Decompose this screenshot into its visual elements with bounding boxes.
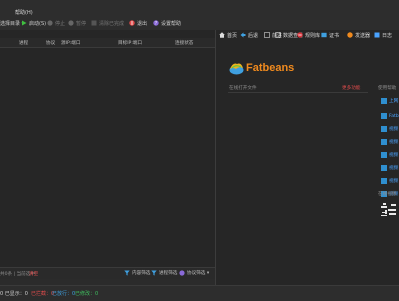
- nav-rules-label: 规则库: [305, 32, 321, 39]
- column-target[interactable]: 目标IP:端口: [118, 40, 142, 46]
- list-item[interactable]: Fatb: [381, 113, 399, 119]
- list-item-label: 视频: [389, 179, 399, 184]
- menu-help[interactable]: 帮助(H): [15, 9, 33, 16]
- protocol-filter-label: 协议筛选 ▾: [187, 271, 210, 276]
- quit-button[interactable]: 退出: [129, 19, 147, 27]
- pause-icon: [68, 20, 74, 26]
- list-item-label: 视频: [389, 166, 399, 171]
- list-item-label: Fatb: [389, 113, 399, 119]
- list-bullet-icon: [381, 165, 387, 171]
- list-item[interactable]: 上网: [381, 98, 398, 104]
- list-item-label: 上网: [389, 99, 399, 104]
- table-header: 进程 协议 源IP:端口 目标IP:端口 连接状态: [0, 38, 215, 48]
- list-item[interactable]: 视频: [381, 126, 398, 132]
- process-filter-label: 进程筛选: [159, 271, 178, 276]
- nav-log-label: 日志: [382, 32, 393, 39]
- list-item[interactable]: 视频: [381, 139, 398, 145]
- list-item[interactable]: 视频: [381, 152, 398, 158]
- play-icon: [22, 20, 27, 26]
- rules-icon: [297, 32, 303, 38]
- nav-home[interactable]: 首页: [219, 30, 237, 40]
- nav-log[interactable]: 日志: [374, 30, 392, 40]
- status-shown: 0 已显示：0: [0, 291, 28, 297]
- nav-back-label: 后退: [248, 32, 259, 39]
- fatbeans-logo-icon: [229, 63, 244, 75]
- back-icon: [240, 32, 246, 38]
- help-icon: ?: [153, 20, 159, 26]
- quit-label: 退出: [137, 20, 148, 27]
- forward-icon: [264, 32, 270, 38]
- list-bullet-icon: [381, 126, 387, 132]
- start-label: 启动(S): [29, 20, 47, 27]
- stop-button[interactable]: 停止: [47, 19, 65, 27]
- brand-name: Fatbeans: [246, 62, 295, 74]
- list-item-label: 视频: [389, 140, 399, 145]
- side-title: 使用帮助: [378, 86, 397, 91]
- more-link[interactable]: 更多功能: [342, 85, 360, 91]
- nav-cert[interactable]: 证书: [321, 30, 339, 40]
- status-blocked: 已拦截：0: [31, 291, 55, 297]
- pause-button[interactable]: 暂停: [68, 19, 86, 27]
- filter-icon: [124, 270, 130, 276]
- list-item[interactable]: 视频: [381, 165, 398, 171]
- qr-code-icon: [379, 200, 399, 220]
- list-bullet-icon: [381, 98, 387, 104]
- content-filter-button[interactable]: 内容筛选: [124, 270, 150, 276]
- list-bullet-icon: [381, 152, 387, 158]
- log-icon: [374, 32, 380, 38]
- column-protocol[interactable]: 协议: [46, 40, 55, 46]
- protocol-filter-button[interactable]: 协议筛选 ▾: [179, 270, 209, 276]
- start-button[interactable]: 启动(S): [21, 19, 46, 27]
- settings-button[interactable]: ? 设置帮助: [153, 19, 181, 27]
- list-item[interactable]: 视频: [381, 178, 398, 184]
- clear-link[interactable]: 清空: [29, 271, 38, 277]
- nav-back[interactable]: 后退: [240, 30, 258, 40]
- nav-home-label: 首页: [227, 32, 238, 39]
- column-source[interactable]: 源IP:端口: [61, 40, 80, 46]
- nav-send-label: 发送器: [355, 32, 371, 39]
- column-status[interactable]: 连接状态: [175, 40, 193, 46]
- stop-icon: [47, 20, 53, 26]
- doc-icon: [275, 32, 281, 38]
- send-icon: [347, 32, 353, 38]
- column-process[interactable]: 进程: [19, 40, 28, 46]
- video-section-title: 在线视频: [378, 192, 397, 197]
- connection-list[interactable]: [0, 30, 215, 267]
- pause-label: 暂停: [76, 20, 87, 27]
- quit-icon: [129, 20, 135, 26]
- home-icon: [219, 32, 225, 38]
- status-modified: 已修改：0: [75, 291, 99, 297]
- search-label: 在线打开文件: [229, 86, 257, 91]
- nav-rules[interactable]: 规则库: [297, 30, 320, 40]
- status-allowed: 已放行：0: [52, 291, 76, 297]
- list-bullet-icon: [381, 113, 387, 119]
- filter-icon: [151, 270, 157, 276]
- list-bullet-icon: [381, 178, 387, 184]
- cert-icon: [321, 32, 327, 38]
- clear-label: 清除已完成: [99, 20, 125, 27]
- stop-label: 停止: [55, 20, 66, 27]
- process-filter-button[interactable]: 进程筛选: [151, 270, 177, 276]
- clear-icon: [91, 20, 97, 26]
- settings-label: 设置帮助: [161, 20, 182, 27]
- nav-cert-label: 证书: [329, 32, 340, 39]
- content-filter-label: 内容筛选: [132, 271, 151, 276]
- clear-button[interactable]: 清除已完成: [91, 19, 124, 27]
- divider: [228, 92, 368, 93]
- filter-icon: [179, 270, 185, 276]
- list-item-label: 视频: [389, 127, 399, 132]
- list-item-label: 视频: [389, 153, 399, 158]
- filter-bar: 共0条 | 当前选中: 清空 内容筛选 进程筛选 协议筛选 ▾: [0, 267, 215, 279]
- list-bullet-icon: [381, 139, 387, 145]
- nav-send[interactable]: 发送器: [347, 30, 370, 40]
